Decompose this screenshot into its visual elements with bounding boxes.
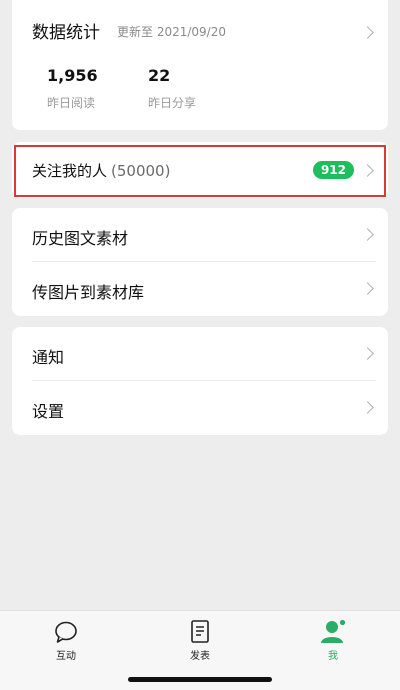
new-followers-badge: 912	[312, 161, 354, 179]
stats-card[interactable]: 数据统计 更新至 2021/09/20 1,956 昨日阅读 22 昨日分享	[12, 0, 388, 130]
tab-label: 我	[328, 651, 338, 662]
stats-updated-date: 更新至 2021/09/20	[117, 25, 226, 39]
stats-title: 数据统计	[32, 23, 100, 43]
chevron-right-icon	[361, 228, 374, 241]
tab-me[interactable]: 我	[303, 619, 363, 662]
list-item-history-materials[interactable]: 历史图文素材	[12, 208, 388, 262]
tab-publish[interactable]: 发表	[170, 619, 230, 662]
stat-yesterday-reads: 1,956 昨日阅读	[47, 66, 98, 111]
tab-label: 互动	[56, 651, 76, 662]
chevron-right-icon	[361, 26, 374, 39]
stat-yesterday-shares: 22 昨日分享	[148, 66, 196, 111]
list-item-label: 传图片到素材库	[32, 283, 145, 302]
tab-bar: 互动 发表 我	[0, 610, 400, 690]
document-icon	[170, 619, 230, 645]
followers-label: 关注我的人 (50000)	[32, 160, 170, 181]
chevron-right-icon	[361, 347, 374, 360]
stat-label: 昨日阅读	[47, 96, 96, 110]
person-icon	[303, 619, 363, 645]
settings-card: 通知 设置	[12, 327, 388, 435]
tab-label: 发表	[190, 651, 210, 662]
chat-bubble-icon	[36, 619, 96, 645]
materials-card: 历史图文素材 传图片到素材库	[12, 208, 388, 316]
list-item-label: 通知	[32, 348, 65, 367]
list-item-label: 历史图文素材	[32, 229, 129, 248]
list-item-notifications[interactable]: 通知	[12, 327, 388, 381]
stat-value: 22	[148, 66, 171, 85]
stat-value: 1,956	[47, 66, 98, 85]
list-item-upload-images[interactable]: 传图片到素材库	[12, 262, 388, 316]
followers-count: (50000)	[111, 162, 171, 180]
followers-row[interactable]: 关注我的人 (50000) 912	[12, 142, 388, 198]
chevron-right-icon	[361, 401, 374, 414]
tab-interact[interactable]: 互动	[36, 619, 96, 662]
stat-label: 昨日分享	[148, 96, 197, 110]
followers-label-text: 关注我的人	[32, 162, 108, 180]
list-item-label: 设置	[32, 402, 65, 421]
home-indicator	[128, 677, 272, 682]
chevron-right-icon	[361, 282, 374, 295]
list-item-settings[interactable]: 设置	[12, 381, 388, 435]
